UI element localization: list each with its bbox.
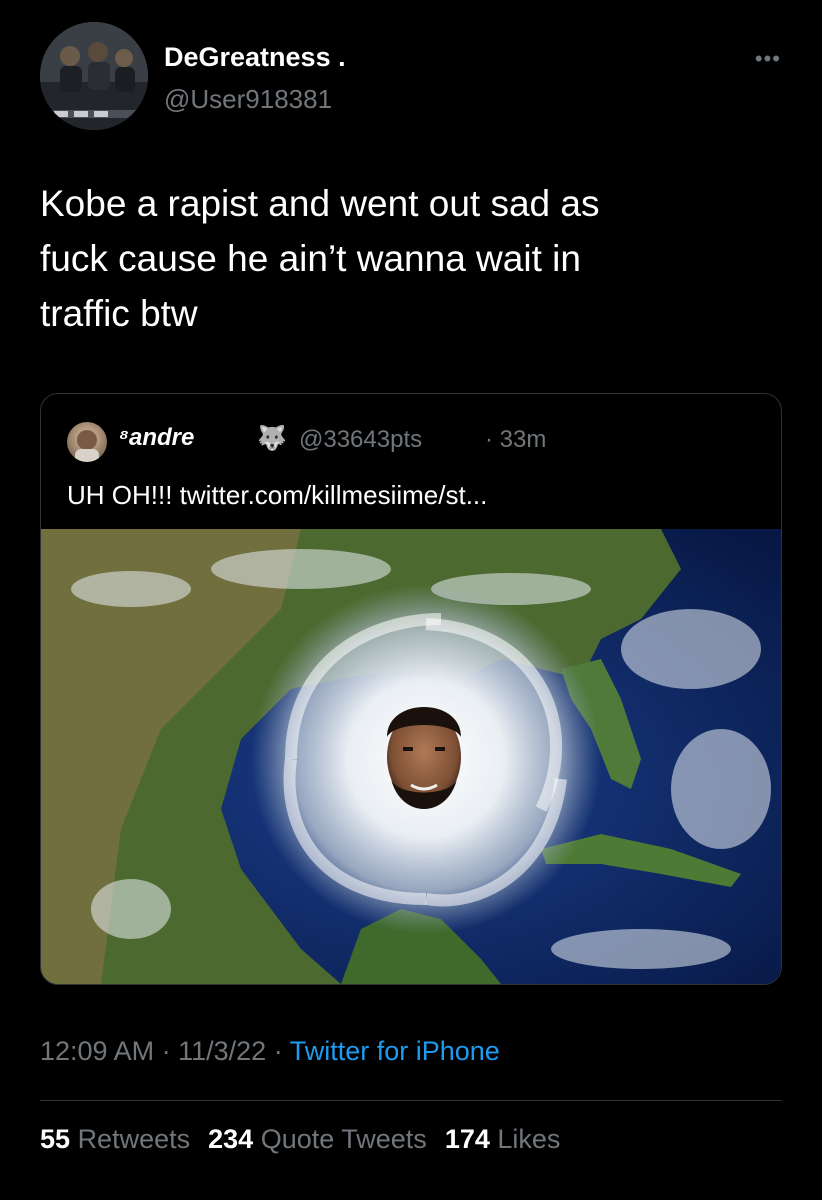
author-avatar[interactable]: [40, 22, 148, 130]
meta-separator: ·: [161, 1036, 171, 1066]
meta-separator: ·: [273, 1036, 283, 1066]
more-dots-icon[interactable]: •••: [755, 46, 781, 72]
quoted-author-name[interactable]: ⁸andre: [119, 424, 194, 452]
quoted-avatar-photo: [75, 430, 99, 462]
quote-tweets-label: Quote Tweets: [260, 1124, 427, 1154]
tweet-stats: 55 Retweets 234 Quote Tweets 174 Likes: [40, 1124, 560, 1155]
retweets-stat[interactable]: 55 Retweets: [40, 1124, 190, 1154]
quoted-tweet-header: ⁸andre 🐺 @33643pts · 33m: [67, 420, 767, 462]
quote-tweets-count: 234: [208, 1124, 254, 1154]
tweet-date[interactable]: 11/3/22: [178, 1036, 266, 1066]
author-handle[interactable]: @User918381: [164, 84, 332, 115]
quoted-timestamp[interactable]: · 33m: [485, 426, 546, 454]
wolf-icon: 🐺: [257, 425, 287, 452]
avatar-photo: [40, 22, 148, 130]
divider: [40, 1100, 782, 1101]
quoted-tweet-card[interactable]: ⁸andre 🐺 @33643pts · 33m UH OH!!! twitte…: [40, 393, 782, 985]
likes-stat[interactable]: 174 Likes: [445, 1124, 561, 1154]
likes-label: Likes: [497, 1124, 561, 1154]
hurricane-satellite-image: [41, 529, 781, 984]
likes-count: 174: [444, 1124, 490, 1154]
tweet-header: DeGreatness . @User918381 •••: [40, 22, 785, 132]
quoted-author-handle[interactable]: @33643pts: [299, 426, 422, 454]
author-display-name[interactable]: DeGreatness .: [164, 42, 346, 73]
quoted-author-avatar[interactable]: [67, 422, 107, 462]
quoted-tweet-image[interactable]: [41, 529, 781, 984]
quoted-tweet-text: UH OH!!! twitter.com/killmesiime/st...: [67, 480, 488, 510]
tweet-time[interactable]: 12:09 AM: [40, 1036, 154, 1066]
tweet-metadata: 12:09 AM · 11/3/22 · Twitter for iPhone: [40, 1036, 500, 1067]
quote-tweets-stat[interactable]: 234 Quote Tweets: [208, 1124, 427, 1154]
retweets-count: 55: [40, 1124, 71, 1154]
tweet-source-link[interactable]: Twitter for iPhone: [290, 1036, 500, 1066]
tweet-body-text: Kobe a rapist and went out sad as fuck c…: [40, 183, 600, 334]
retweets-label: Retweets: [77, 1124, 191, 1154]
